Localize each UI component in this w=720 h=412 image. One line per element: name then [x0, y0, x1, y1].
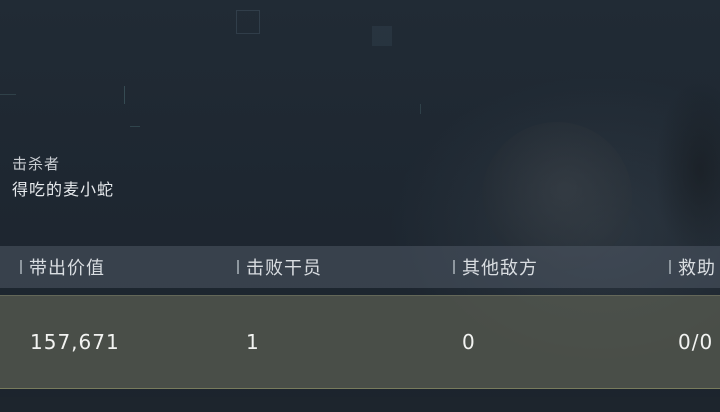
- column-divider-icon: [20, 260, 22, 274]
- header-rescues: 救助: [669, 246, 716, 288]
- column-divider-icon: [453, 260, 455, 274]
- value-rescues: 0/0: [678, 330, 714, 354]
- bottom-strip: [0, 397, 720, 412]
- hud-line-decoration: [420, 104, 421, 114]
- settlement-screen: 击杀者 得吃的麦小蛇 带出价值 击败干员 其他敌方 救助 157,671 1 0…: [0, 0, 720, 412]
- hud-frame-decoration: [236, 10, 260, 34]
- header-label: 其他敌方: [462, 258, 538, 279]
- header-label: 带出价值: [29, 258, 105, 279]
- hud-block-decoration: [372, 26, 392, 46]
- hud-line-decoration: [124, 86, 125, 104]
- hud-line-decoration: [130, 126, 140, 127]
- header-operators-defeated: 击败干员: [237, 246, 322, 288]
- value-operators-defeated: 1: [246, 330, 260, 354]
- stats-header-bar: 带出价值 击败干员 其他敌方 救助: [0, 246, 720, 288]
- header-other-enemies: 其他敌方: [453, 246, 538, 288]
- stats-value-row: 157,671 1 0 0/0: [0, 295, 720, 389]
- killer-name[interactable]: 得吃的麦小蛇: [12, 177, 114, 203]
- column-divider-icon: [237, 260, 239, 274]
- header-extracted-value: 带出价值: [20, 246, 105, 288]
- value-other-enemies: 0: [462, 330, 476, 354]
- killer-label: 击杀者: [12, 155, 61, 173]
- header-label: 救助: [678, 258, 716, 279]
- killer-info: 击杀者 得吃的麦小蛇: [12, 153, 114, 203]
- value-extracted-value: 157,671: [30, 330, 120, 354]
- column-divider-icon: [669, 260, 671, 274]
- header-label: 击败干员: [246, 258, 322, 279]
- hud-line-decoration: [0, 94, 16, 95]
